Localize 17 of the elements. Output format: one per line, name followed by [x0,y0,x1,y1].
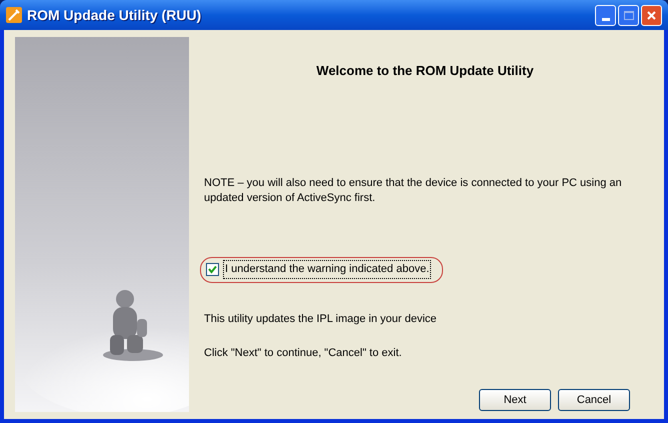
minimize-button[interactable] [595,4,616,26]
heading: Welcome to the ROM Update Utility [315,62,535,80]
dialog-button[interactable]: Cancel [558,389,630,411]
maximize-icon [624,10,634,20]
window-title: ROM Updade Utility (RUU) [27,6,202,25]
hint-text: Click "Next" to continue, "Cancel" to exit. [204,346,403,361]
checkbox[interactable] [206,263,219,276]
dialog-button[interactable]: Next [479,389,551,411]
check-icon [208,265,217,274]
maximize-button[interactable] [618,4,639,26]
app-icon [6,7,22,23]
close-icon [647,10,656,20]
info-text: This utility updates the IPL image in your device [204,312,438,326]
close-button[interactable] [641,4,662,26]
checkbox-label[interactable]: I understand the warning indicated above. [223,260,432,279]
minimize-icon [602,18,610,20]
note-text: NOTE – you will also need to ensure that the device is connected to your PC using an updated version of ActiveSync first. [204,176,623,206]
